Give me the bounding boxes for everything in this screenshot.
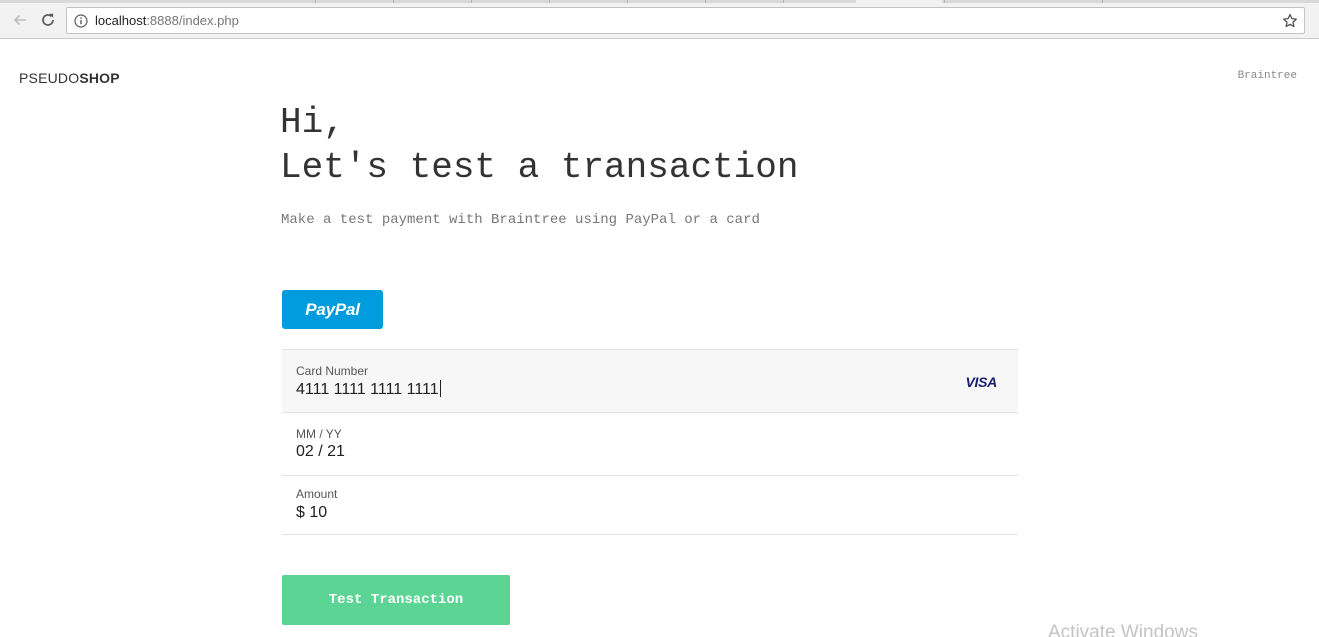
star-icon[interactable] <box>1282 13 1298 29</box>
payment-form: Card Number 4111 1111 1111 1111 VISA MM … <box>282 349 1018 535</box>
text-caret <box>439 380 441 397</box>
url-text[interactable]: localhost:8888/index.php <box>95 13 239 28</box>
url-path: :8888/index.php <box>146 13 239 28</box>
card-number-input[interactable]: 4111 1111 1111 1111 <box>296 380 441 399</box>
info-icon[interactable] <box>74 14 88 28</box>
brand-logo[interactable]: PSEUDOSHOP <box>19 70 120 86</box>
paypal-button[interactable]: PayPal <box>282 290 383 329</box>
paypal-logo: PayPal <box>305 299 360 319</box>
visa-card-icon: VISA <box>965 374 998 390</box>
activate-windows-watermark: Activate Windows <box>1048 622 1198 637</box>
amount-input[interactable]: $ 10 <box>296 504 327 522</box>
card-number-label: Card Number <box>296 364 369 378</box>
card-number-field[interactable]: Card Number 4111 1111 1111 1111 VISA <box>282 349 1018 412</box>
brand-light: PSEUDO <box>19 70 80 86</box>
reload-button[interactable] <box>38 10 58 30</box>
card-number-value: 4111 1111 1111 1111 <box>296 381 439 398</box>
amount-field[interactable]: Amount $ 10 <box>282 475 1018 535</box>
expiration-input[interactable]: 02 / 21 <box>296 443 345 461</box>
arrow-left-icon <box>13 14 26 26</box>
browser-toolbar: localhost:8888/index.php <box>0 3 1319 39</box>
reload-icon <box>42 13 54 26</box>
back-button[interactable] <box>10 10 30 30</box>
greeting-text: Hi, <box>280 102 345 143</box>
title-text: Let's test a transaction <box>280 147 799 188</box>
submit-label: Test Transaction <box>328 592 464 608</box>
address-bar[interactable]: localhost:8888/index.php <box>66 7 1305 34</box>
braintree-link[interactable]: Braintree <box>1238 70 1297 82</box>
expiration-field[interactable]: MM / YY 02 / 21 <box>282 412 1018 475</box>
expiration-label: MM / YY <box>296 427 342 441</box>
page-title: Hi, Let's test a transaction <box>280 100 798 190</box>
page-subtitle: Make a test payment with Braintree using… <box>281 212 760 228</box>
amount-label: Amount <box>296 487 338 501</box>
brand-bold: SHOP <box>79 70 120 86</box>
url-host: localhost <box>95 13 147 28</box>
test-transaction-button[interactable]: Test Transaction <box>282 575 510 625</box>
